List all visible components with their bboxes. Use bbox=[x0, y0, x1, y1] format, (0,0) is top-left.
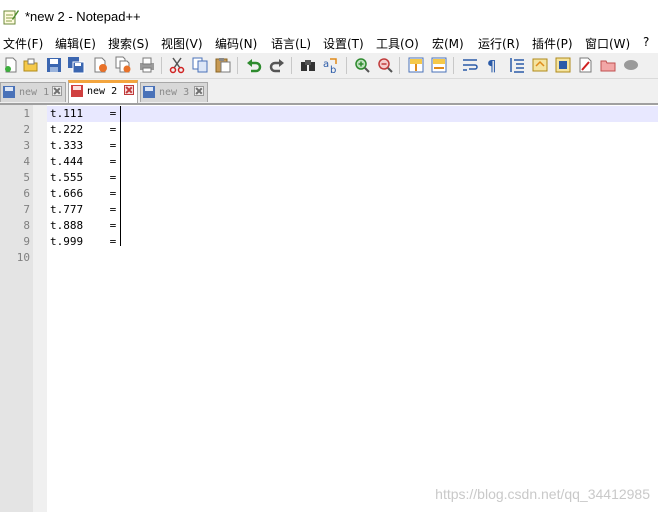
new-file-icon[interactable] bbox=[2, 56, 20, 74]
column-caret bbox=[120, 106, 121, 246]
sync-horizontal-icon[interactable] bbox=[430, 56, 448, 74]
menu-macro[interactable]: 宏(M) bbox=[432, 35, 464, 52]
unsaved-file-icon bbox=[71, 85, 83, 97]
tab-bar: new 1 new 2 new 3 bbox=[0, 79, 658, 104]
menu-plugins[interactable]: 插件(P) bbox=[532, 35, 573, 52]
menu-file[interactable]: 文件(F) bbox=[3, 35, 43, 52]
folder-workspace-icon[interactable] bbox=[577, 56, 595, 74]
code-line[interactable]: t.444 = bbox=[50, 154, 116, 170]
title-bar: *new 2 - Notepad++ bbox=[0, 0, 658, 33]
line-number: 4 bbox=[23, 155, 30, 168]
code-line[interactable]: t.777 = bbox=[50, 202, 116, 218]
record-macro-icon[interactable] bbox=[599, 56, 617, 74]
redo-icon[interactable] bbox=[268, 56, 286, 74]
code-line[interactable]: t.999 = bbox=[50, 234, 116, 250]
window-title: *new 2 - Notepad++ bbox=[25, 9, 141, 24]
toolbar-separator bbox=[291, 57, 292, 74]
line-number: 9 bbox=[23, 235, 30, 248]
menu-encoding[interactable]: 编码(N) bbox=[215, 35, 257, 52]
zoom-out-icon[interactable] bbox=[376, 56, 394, 74]
zoom-in-icon[interactable] bbox=[353, 56, 371, 74]
toolbar-separator bbox=[399, 57, 400, 74]
tab-new-3[interactable]: new 3 bbox=[140, 82, 208, 102]
menu-bar: 文件(F) 编辑(E) 搜索(S) 视图(V) 编码(N) 语言(L) 设置(T… bbox=[0, 33, 658, 53]
fold-margin[interactable] bbox=[33, 105, 47, 512]
close-tab-icon[interactable] bbox=[52, 86, 62, 96]
menu-help[interactable]: ? bbox=[643, 35, 649, 49]
stop-macro-icon[interactable] bbox=[622, 56, 640, 74]
close-tab-icon[interactable] bbox=[194, 86, 204, 96]
indent-guide-icon[interactable] bbox=[508, 56, 526, 74]
code-line[interactable]: t.888 = bbox=[50, 218, 116, 234]
replace-icon[interactable]: ab bbox=[322, 56, 340, 74]
svg-text:b: b bbox=[330, 65, 336, 74]
tab-new-1[interactable]: new 1 bbox=[0, 82, 66, 102]
watermark: https://blog.csdn.net/qq_34412985 bbox=[435, 486, 650, 502]
saved-file-icon bbox=[3, 86, 15, 98]
print-icon[interactable] bbox=[138, 56, 156, 74]
saved-file-icon bbox=[143, 86, 155, 98]
code-line[interactable]: t.666 = bbox=[50, 186, 116, 202]
menu-edit[interactable]: 编辑(E) bbox=[55, 35, 96, 52]
function-list-icon[interactable] bbox=[554, 56, 572, 74]
sync-vertical-icon[interactable] bbox=[407, 56, 425, 74]
toolbar: ab ¶ bbox=[0, 53, 658, 79]
svg-text:a: a bbox=[323, 59, 329, 70]
line-number: 8 bbox=[23, 219, 30, 232]
undo-icon[interactable] bbox=[245, 56, 263, 74]
menu-view[interactable]: 视图(V) bbox=[161, 35, 203, 52]
code-line[interactable]: t.333 = bbox=[50, 138, 116, 154]
svg-text:¶: ¶ bbox=[487, 57, 497, 74]
save-all-icon[interactable] bbox=[67, 56, 85, 74]
tab-label: new 2 bbox=[87, 86, 118, 97]
menu-language[interactable]: 语言(L) bbox=[271, 35, 311, 52]
code-line[interactable]: t.111 = bbox=[50, 106, 116, 122]
menu-run[interactable]: 运行(R) bbox=[478, 35, 520, 52]
tab-new-2[interactable]: new 2 bbox=[68, 80, 138, 103]
word-wrap-icon[interactable] bbox=[461, 56, 479, 74]
close-all-icon[interactable] bbox=[114, 56, 132, 74]
line-number: 7 bbox=[23, 203, 30, 216]
line-number-gutter[interactable]: 1 2 3 4 5 6 7 8 9 10 bbox=[0, 105, 47, 512]
cut-icon[interactable] bbox=[168, 56, 186, 74]
line-number: 2 bbox=[23, 123, 30, 136]
toolbar-separator bbox=[161, 57, 162, 74]
line-number: 6 bbox=[23, 187, 30, 200]
close-tab-icon[interactable] bbox=[124, 85, 134, 95]
copy-icon[interactable] bbox=[191, 56, 209, 74]
document-map-icon[interactable] bbox=[531, 56, 549, 74]
editor-area[interactable]: 1 2 3 4 5 6 7 8 9 10 t.111 = t.222 = t.3… bbox=[0, 105, 658, 512]
line-number: 10 bbox=[16, 251, 30, 264]
tab-label: new 3 bbox=[159, 87, 190, 98]
code-line[interactable]: t.555 = bbox=[50, 170, 116, 186]
show-all-chars-icon[interactable]: ¶ bbox=[484, 56, 502, 74]
close-icon[interactable] bbox=[91, 56, 109, 74]
menu-search[interactable]: 搜索(S) bbox=[108, 35, 149, 52]
menu-settings[interactable]: 设置(T) bbox=[323, 35, 364, 52]
toolbar-separator bbox=[237, 57, 238, 74]
find-icon[interactable] bbox=[299, 56, 317, 74]
line-number: 1 bbox=[23, 107, 30, 120]
line-number: 5 bbox=[23, 171, 30, 184]
tab-label: new 1 bbox=[19, 87, 50, 98]
current-line-highlight bbox=[47, 106, 658, 122]
paste-icon[interactable] bbox=[214, 56, 232, 74]
code-line[interactable]: t.222 = bbox=[50, 122, 116, 138]
open-file-icon[interactable] bbox=[22, 56, 40, 74]
line-number: 3 bbox=[23, 139, 30, 152]
toolbar-separator bbox=[453, 57, 454, 74]
menu-tools[interactable]: 工具(O) bbox=[376, 35, 419, 52]
save-icon[interactable] bbox=[45, 56, 63, 74]
menu-window[interactable]: 窗口(W) bbox=[585, 35, 630, 52]
toolbar-separator bbox=[346, 57, 347, 74]
notepad-plus-plus-logo-icon bbox=[3, 10, 19, 25]
